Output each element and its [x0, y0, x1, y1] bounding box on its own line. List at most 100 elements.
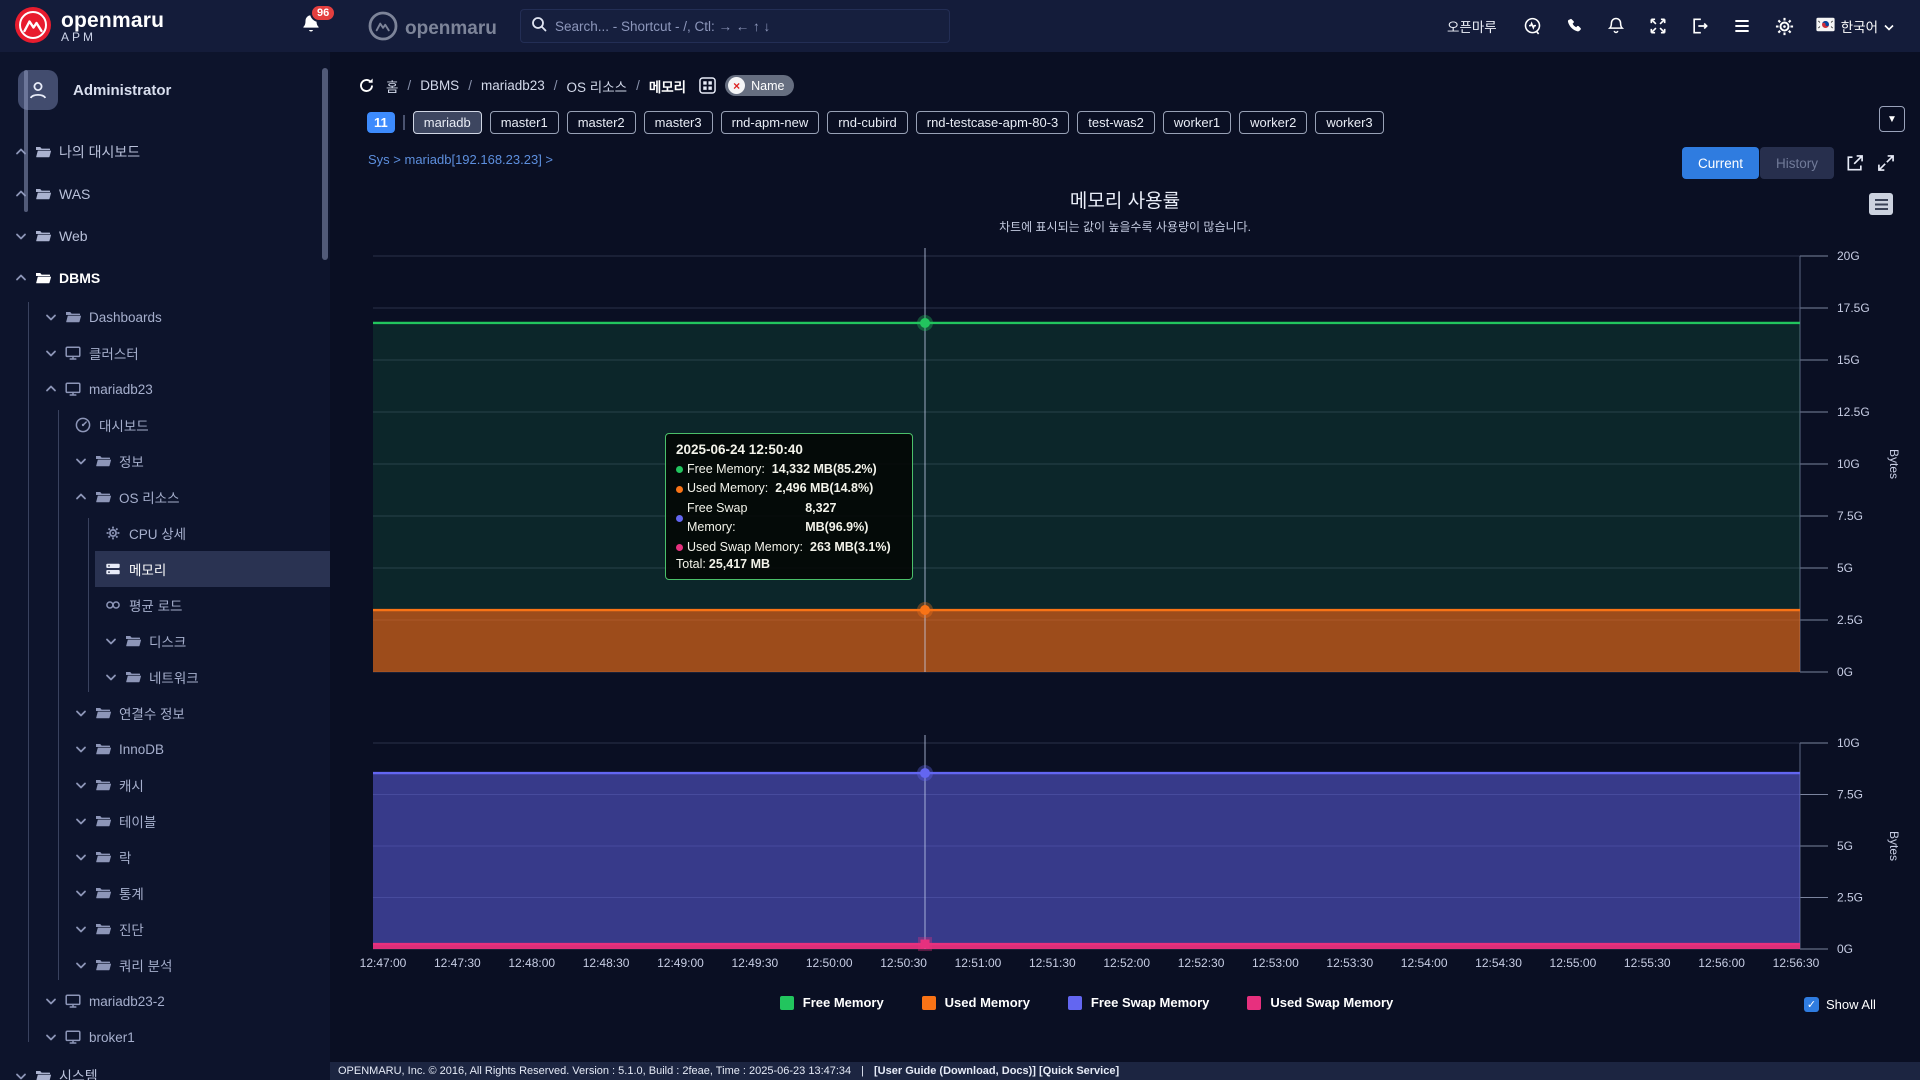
- apm-monitor-icon[interactable]: [1522, 16, 1543, 37]
- server-tag-worker2[interactable]: worker2: [1239, 111, 1308, 134]
- legend-item-used-memory[interactable]: Used Memory: [921, 995, 1030, 1010]
- sidebar-item-was[interactable]: WAS: [0, 173, 330, 215]
- server-tag-master1[interactable]: master1: [489, 111, 559, 134]
- sidebar-item-innodb[interactable]: InnoDB: [0, 731, 330, 767]
- breadcrumb-os-resource[interactable]: OS 리소스: [567, 76, 628, 96]
- sidebar-item-query-analysis[interactable]: 쿼리 분석: [0, 947, 330, 983]
- notifications-button[interactable]: 96: [300, 4, 337, 39]
- sidebar-item-table[interactable]: 테이블: [0, 803, 330, 839]
- refresh-icon[interactable]: [356, 75, 377, 96]
- chevron-down-icon[interactable]: [75, 815, 87, 827]
- server-tag-rnd-apm-new[interactable]: rnd-apm-new: [720, 111, 820, 134]
- breadcrumb-mariadb23[interactable]: mariadb23: [481, 78, 545, 93]
- chevron-down-icon[interactable]: [105, 635, 117, 647]
- settings-gear-icon[interactable]: [1774, 16, 1795, 37]
- chevron-down-icon[interactable]: [15, 230, 27, 242]
- sidebar-item-web[interactable]: Web: [0, 215, 330, 257]
- sidebar-item-broker1[interactable]: broker1: [0, 1019, 330, 1055]
- chevron-down-icon[interactable]: [105, 671, 117, 683]
- chevron-down-icon[interactable]: [75, 707, 87, 719]
- legend-item-free-swap-memory[interactable]: Free Swap Memory: [1067, 995, 1209, 1010]
- sidebar-item-cluster[interactable]: 클러스터: [0, 335, 330, 371]
- chevron-up-icon[interactable]: [15, 272, 27, 284]
- sidebar-item-cpu-detail[interactable]: CPU 상세: [0, 515, 330, 551]
- sidebar-item-info[interactable]: 정보: [0, 443, 330, 479]
- current-button[interactable]: Current: [1682, 147, 1760, 179]
- legend-item-free-memory[interactable]: Free Memory: [779, 995, 884, 1010]
- chevron-down-icon[interactable]: [75, 743, 87, 755]
- show-all-checkbox[interactable]: ✓: [1804, 997, 1819, 1012]
- server-tag-test-was2[interactable]: test-was2: [1077, 111, 1155, 134]
- sidebar-item-lock[interactable]: 락: [0, 839, 330, 875]
- server-tag-worker1[interactable]: worker1: [1162, 111, 1232, 134]
- memory-icon: [105, 561, 121, 577]
- fullscreen-icon[interactable]: [1875, 153, 1896, 174]
- global-search[interactable]: [520, 9, 950, 43]
- sidebar-item-disk[interactable]: 디스크: [0, 623, 330, 659]
- chevron-down-icon[interactable]: [75, 959, 87, 971]
- name-filter-chip[interactable]: × Name: [725, 75, 795, 96]
- openmaru-apm-logo[interactable]: openmaru APM: [14, 6, 164, 49]
- sidebar-item-stats[interactable]: 통계: [0, 875, 330, 911]
- main-scrollbar[interactable]: [322, 68, 328, 260]
- sidebar-item-memory[interactable]: 메모리: [0, 551, 330, 587]
- history-button[interactable]: History: [1760, 147, 1835, 179]
- show-all-toggle[interactable]: ✓ Show All: [1804, 997, 1876, 1012]
- menu-icon[interactable]: [1732, 16, 1753, 37]
- app-header: openmaru APM 96 openmaru 오픈마루: [0, 0, 1920, 52]
- chevron-down-icon[interactable]: [15, 1070, 27, 1080]
- sidebar-item-network[interactable]: 네트워크: [0, 659, 330, 695]
- sidebar-item-mariadb23-2[interactable]: mariadb23-2: [0, 983, 330, 1019]
- chevron-down-icon[interactable]: [45, 995, 57, 1007]
- sidebar-item-diagnosis[interactable]: 진단: [0, 911, 330, 947]
- chevron-down-icon[interactable]: [75, 887, 87, 899]
- chevron-up-icon[interactable]: [75, 491, 87, 503]
- breadcrumb-dbms[interactable]: DBMS: [420, 78, 459, 93]
- search-input[interactable]: [555, 18, 939, 34]
- sidebar-item-system[interactable]: 시스템: [0, 1055, 330, 1080]
- tags-dropdown-button[interactable]: ▼: [1879, 106, 1905, 132]
- sidebar-item-os-resource[interactable]: OS 리소스: [0, 479, 330, 515]
- server-tag-master3[interactable]: master3: [643, 111, 713, 134]
- breadcrumb-home[interactable]: 홈: [386, 76, 398, 96]
- server-tag-rnd-testcase-apm-80-3[interactable]: rnd-testcase-apm-80-3: [915, 111, 1070, 134]
- sidebar-item-load-average[interactable]: 평균 로드: [0, 587, 330, 623]
- user-profile[interactable]: Administrator: [18, 70, 171, 110]
- phone-icon[interactable]: [1564, 16, 1585, 37]
- chevron-down-icon[interactable]: [45, 347, 57, 359]
- sidebar-item-my-dashboard[interactable]: 나의 대시보드: [0, 131, 330, 173]
- grid-view-icon[interactable]: [699, 77, 716, 94]
- footer-links[interactable]: [User Guide (Download, Docs)] [Quick Ser…: [874, 1065, 1119, 1077]
- chevron-up-icon[interactable]: [45, 383, 57, 395]
- sidebar-scrollbar[interactable]: [24, 70, 28, 212]
- sidebar-item-mariadb23[interactable]: mariadb23: [0, 371, 330, 407]
- server-tag-master2[interactable]: master2: [566, 111, 636, 134]
- remove-filter-icon[interactable]: ×: [728, 77, 746, 94]
- sidebar-item-dashboards[interactable]: Dashboards: [0, 299, 330, 335]
- open-external-icon[interactable]: [1844, 153, 1865, 174]
- sidebar-item-dbms[interactable]: DBMS: [0, 257, 330, 299]
- server-tag-mariadb[interactable]: mariadb: [412, 111, 482, 134]
- language-selector[interactable]: 한국어: [1816, 16, 1894, 36]
- folder-icon: [95, 921, 111, 937]
- chevron-down-icon[interactable]: [75, 923, 87, 935]
- server-tag-worker3[interactable]: worker3: [1315, 111, 1384, 134]
- openmaru-logo-secondary[interactable]: openmaru: [368, 11, 497, 47]
- logout-icon[interactable]: [1690, 16, 1711, 37]
- tag-separator: [402, 115, 405, 130]
- expand-arrows-icon[interactable]: [1648, 16, 1669, 37]
- chevron-down-icon[interactable]: [45, 311, 57, 323]
- chevron-down-icon[interactable]: [45, 1031, 57, 1043]
- sidebar-item-connections[interactable]: 연결수 정보: [0, 695, 330, 731]
- server-tag-rnd-cubird[interactable]: rnd-cubird: [827, 111, 908, 134]
- chevron-down-icon[interactable]: [75, 455, 87, 467]
- chevron-down-icon[interactable]: [75, 779, 87, 791]
- brand-mark-icon: [14, 6, 52, 49]
- header-bell-icon[interactable]: [1606, 16, 1627, 37]
- chevron-down-icon[interactable]: [75, 851, 87, 863]
- legend-item-used-swap-memory[interactable]: Used Swap Memory: [1247, 995, 1393, 1010]
- sidebar-item-cache[interactable]: 캐시: [0, 767, 330, 803]
- chart-context-menu-button[interactable]: [1869, 193, 1893, 215]
- sidebar-item-dashboard[interactable]: 대시보드: [0, 407, 330, 443]
- instance-path-link[interactable]: Sys > mariadb[192.168.23.23] >: [368, 152, 553, 167]
